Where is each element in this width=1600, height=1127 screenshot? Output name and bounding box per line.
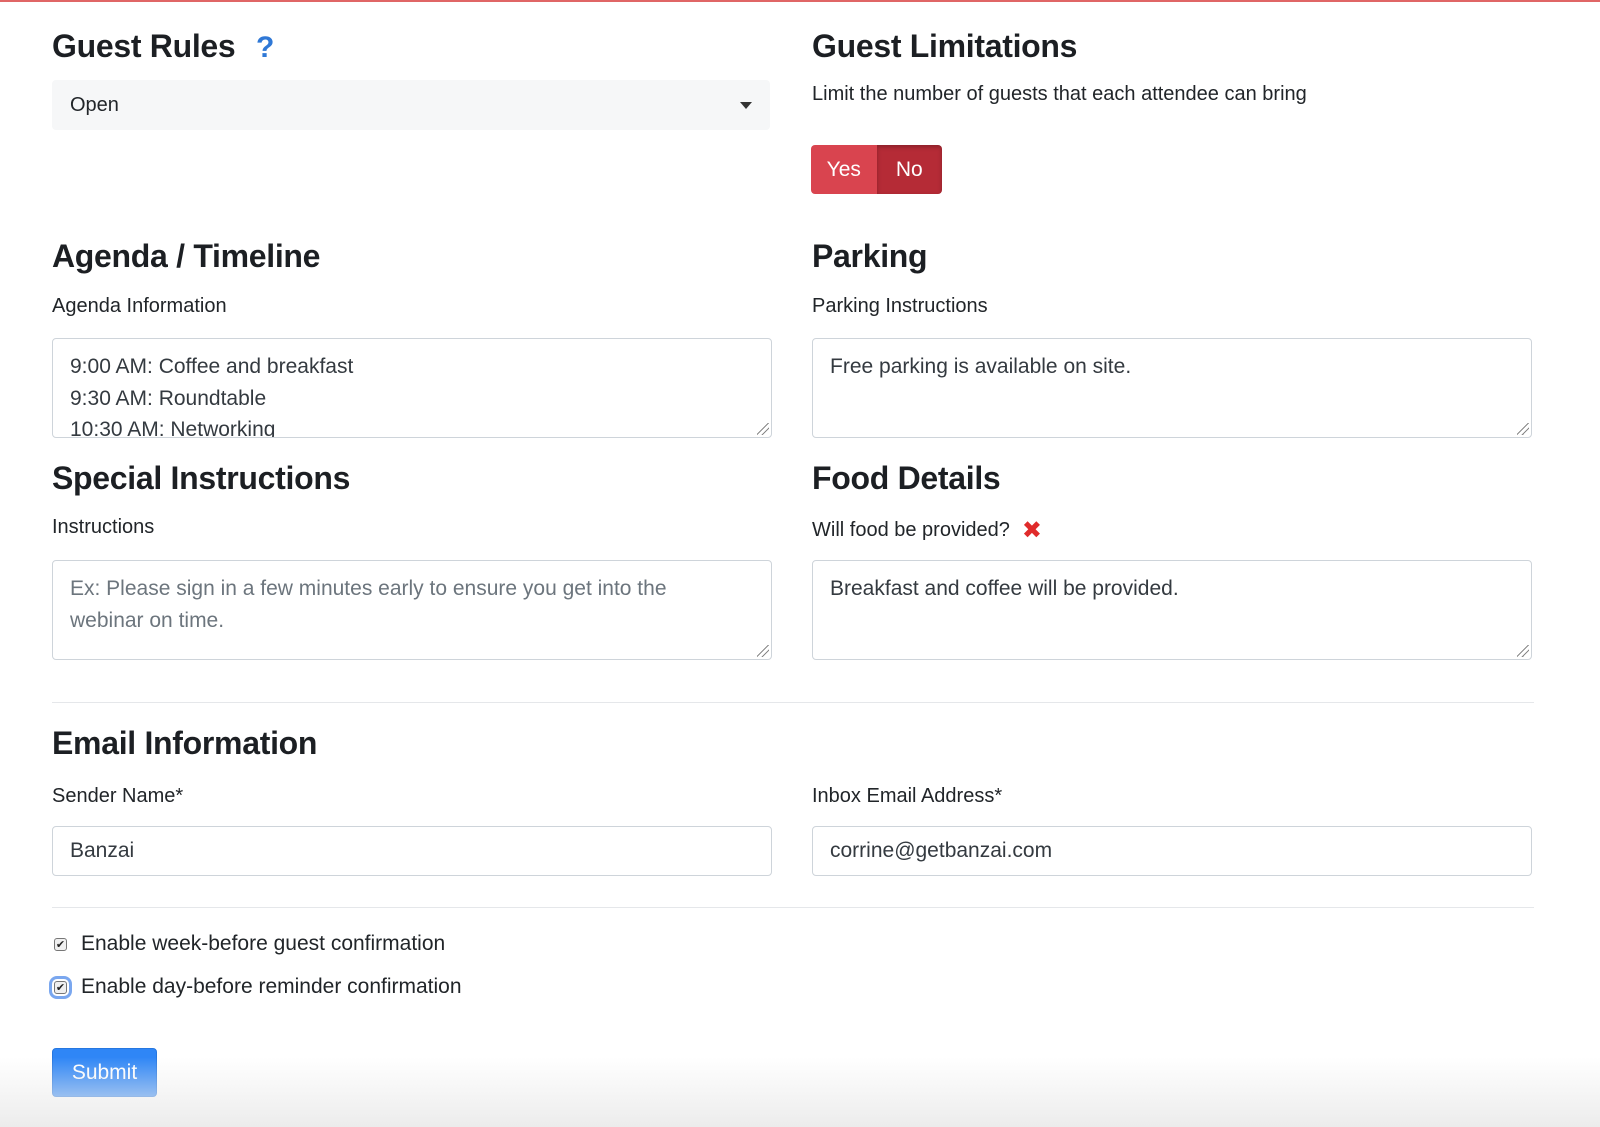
parking-label: Parking Instructions [812,295,988,317]
day-before-checkbox-row[interactable]: ✔ Enable day-before reminder confirmatio… [49,975,462,999]
agenda-line: 9:00 AM: Coffee and breakfast [70,355,354,378]
parking-value: Free parking is available on site. [830,355,1132,378]
food-value: Breakfast and coffee will be provided. [830,577,1179,600]
guest-limitations-description: Limit the number of guests that each att… [812,83,1307,105]
inbox-email-value: corrine@getbanzai.com [830,839,1053,862]
divider [52,702,1534,703]
guest-rules-title: Guest Rules [52,28,236,64]
guest-limitations-heading: Guest Limitations [812,28,1078,64]
agenda-line: 10:30 AM: Networking [70,418,276,438]
food-label-row: Will food be provided? ✖ [812,516,1042,544]
week-before-checkbox[interactable]: ✔ [54,937,67,951]
inbox-email-label: Inbox Email Address* [812,785,1003,807]
checkmark-icon: ✔ [55,980,66,994]
instructions-placeholder: webinar on time. [70,608,225,632]
divider [52,907,1534,908]
sender-name-input[interactable]: Banzai [52,826,772,876]
food-details-heading: Food Details [812,460,1001,496]
sender-name-value: Banzai [70,839,135,862]
resize-grip-icon[interactable] [757,645,769,657]
agenda-textarea[interactable]: 9:00 AM: Coffee and breakfast 9:30 AM: R… [52,338,772,438]
toggle-yes-button[interactable]: Yes [811,145,877,194]
sender-name-label: Sender Name* [52,785,184,807]
toggle-no-button[interactable]: No [876,145,942,194]
email-information-heading: Email Information [52,725,318,761]
guest-rules-heading: Guest Rules ? [52,28,274,65]
parking-heading: Parking [812,238,928,274]
instructions-label: Instructions [52,516,155,538]
guest-limit-toggle: Yes No [811,145,942,194]
resize-grip-icon[interactable] [1517,645,1529,657]
submit-button[interactable]: Submit [52,1048,157,1097]
special-instructions-heading: Special Instructions [52,460,351,496]
parking-textarea[interactable]: Free parking is available on site. [812,338,1532,438]
food-label: Will food be provided? [812,518,1010,541]
agenda-line: 9:30 AM: Roundtable [70,386,267,410]
bottom-fade [0,1057,1600,1127]
instructions-placeholder: Ex: Please sign in a few minutes early t… [70,577,667,600]
top-border [0,0,1600,2]
week-before-checkbox-row[interactable]: ✔ Enable week-before guest confirmation [52,932,445,956]
inbox-email-input[interactable]: corrine@getbanzai.com [812,826,1532,876]
agenda-heading: Agenda / Timeline [52,238,321,274]
checkmark-icon: ✔ [55,937,66,951]
resize-grip-icon[interactable] [757,423,769,435]
caret-down-icon [740,101,752,109]
agenda-label: Agenda Information [52,295,227,317]
resize-grip-icon[interactable] [1517,423,1529,435]
question-mark-icon[interactable]: ? [256,31,274,64]
instructions-textarea[interactable]: Ex: Please sign in a few minutes early t… [52,560,772,660]
week-before-checkbox-label[interactable]: Enable week-before guest confirmation [81,932,445,956]
guest-rules-select-value: Open [70,93,119,116]
guest-rules-select[interactable]: Open [52,80,770,130]
red-x-icon: ✖ [1021,516,1042,544]
day-before-checkbox[interactable]: ✔ [49,975,72,999]
food-textarea[interactable]: Breakfast and coffee will be provided. [812,560,1532,660]
day-before-checkbox-label[interactable]: Enable day-before reminder confirmation [81,975,462,999]
